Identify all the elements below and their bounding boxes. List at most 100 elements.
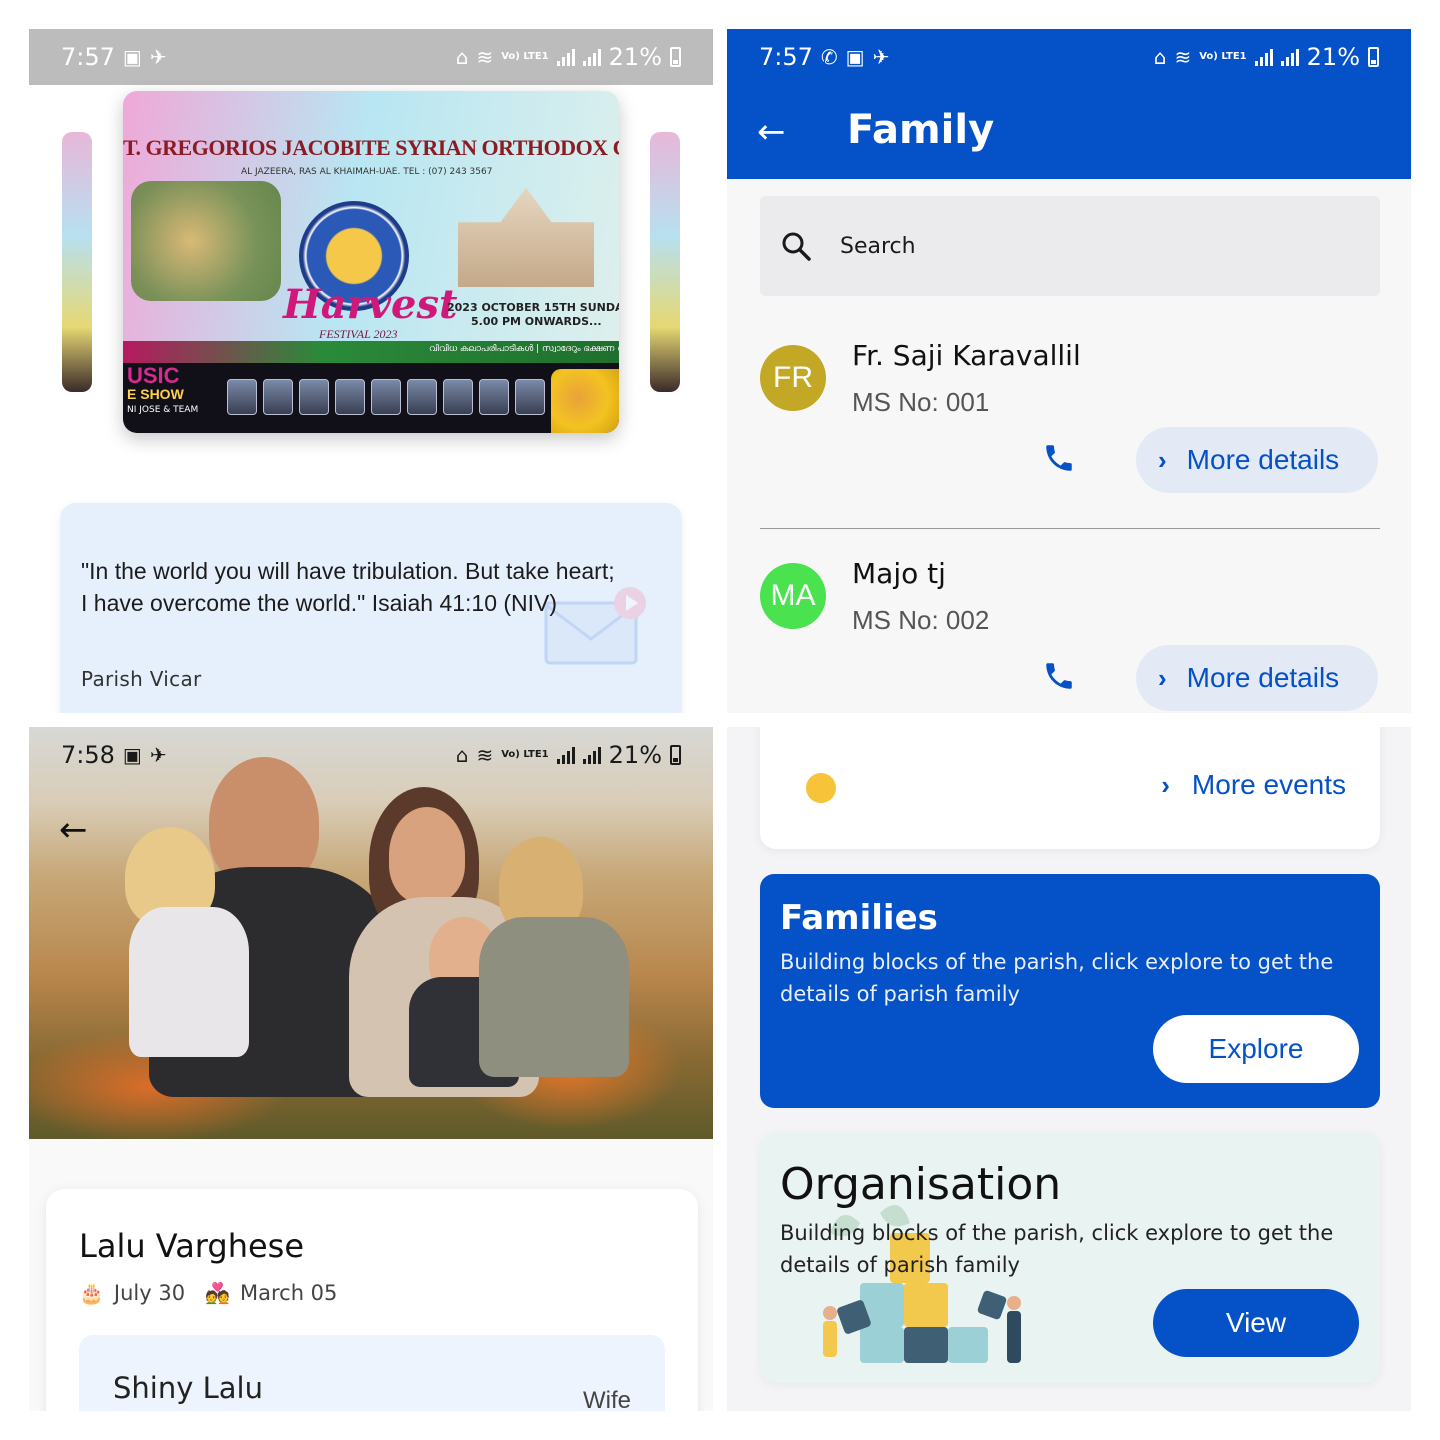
event-indicator-dot: [806, 773, 836, 803]
lte-indicator: Vo) LTE1: [501, 749, 549, 760]
poster-address: AL JAZEERA, RAS AL KHAIMAH-UAE. TEL : (0…: [241, 167, 493, 177]
more-details-button[interactable]: › More details: [1136, 427, 1378, 493]
home-screen-panel: 7:57 ▣ ✈ ⌂ ≋ Vo) LTE1 21% T. GREGORIOS J…: [29, 29, 713, 713]
spouse-name: Shiny Lalu: [113, 1371, 263, 1405]
bird-icon: ✈: [149, 45, 167, 69]
signal-icon-2: [1280, 48, 1299, 66]
battery-percent: 21%: [1306, 43, 1360, 71]
member-row[interactable]: MA Majo tj MS No: 002 › More details: [760, 543, 1380, 713]
more-details-button[interactable]: › More details: [1136, 645, 1378, 711]
anniversary-date: March 05: [239, 1281, 338, 1305]
lte-indicator: Vo) LTE1: [501, 51, 549, 62]
gallery-icon: ▣: [845, 45, 865, 69]
app-bar: 7:57 ✆ ▣ ✈ ⌂ ≋ Vo) LTE1 21% ← Family: [727, 29, 1411, 179]
family-photo: [29, 727, 713, 1139]
member-ms-number: MS No: 001: [852, 387, 990, 417]
profile-dates: 🎂 July 30 💑 March 05: [79, 1281, 337, 1305]
families-title: Families: [780, 898, 938, 938]
spouse-card[interactable]: Shiny Lalu Wife: [79, 1335, 665, 1411]
more-details-label: More details: [1186, 662, 1340, 693]
performer-thumbnails: [227, 379, 545, 415]
avatar: FR: [760, 345, 826, 411]
poster-title: T. GREGORIOS JACOBITE SYRIAN ORTHODOX CH…: [123, 135, 619, 160]
families-description: Building blocks of the parish, click exp…: [780, 950, 1334, 1006]
organisation-description: Building blocks of the parish, click exp…: [780, 1221, 1334, 1277]
member-name: Majo tj: [852, 557, 946, 590]
profile-card: Lalu Varghese 🎂 July 30 💑 March 05 Shiny…: [46, 1189, 698, 1411]
battery-icon: [670, 745, 681, 765]
battery-saver-icon: ⌂: [455, 743, 469, 767]
member-ms-number: MS No: 002: [852, 605, 990, 635]
wifi-icon: ≋: [1174, 45, 1192, 69]
poster-date: 2023 OCTOBER 15TH SUNDA 5.00 PM ONWARDS.…: [447, 301, 619, 329]
wifi-icon: ≋: [476, 743, 494, 767]
avatar: MA: [760, 563, 826, 629]
chevron-right-icon: ›: [1158, 444, 1167, 475]
organisation-card: Organisation Building blocks of the pari…: [760, 1133, 1380, 1383]
boy-body: [479, 917, 629, 1077]
poster-music-line1: USIC: [127, 363, 180, 388]
church-image: [458, 187, 594, 287]
whatsapp-icon: ✆: [820, 45, 838, 69]
holy-family-image: [131, 181, 281, 301]
back-arrow-icon[interactable]: ←: [59, 813, 88, 847]
phone-icon[interactable]: [1042, 659, 1076, 693]
member-name: Fr. Saji Karavallil: [852, 339, 1081, 372]
status-time: 7:57: [759, 43, 813, 71]
battery-saver-icon: ⌂: [455, 45, 469, 69]
family-detail-panel: 7:58 ▣ ✈ ⌂ ≋ Vo) LTE1 21% ← Lalu Varghes…: [29, 727, 713, 1411]
signal-icon: [556, 48, 575, 66]
poster-music-line2: E SHOW: [127, 386, 184, 402]
bird-icon: ✈: [872, 45, 890, 69]
battery-percent: 21%: [608, 741, 662, 769]
birthday-cake-icon: 🎂: [79, 1281, 104, 1305]
carousel-prev-poster[interactable]: [62, 132, 92, 392]
chevron-right-icon: ›: [1158, 662, 1167, 693]
family-list-panel: 7:57 ✆ ▣ ✈ ⌂ ≋ Vo) LTE1 21% ← Family Sea…: [727, 29, 1411, 713]
status-time: 7:58: [61, 741, 115, 769]
girl-body: [129, 907, 249, 1057]
lte-indicator: Vo) LTE1: [1199, 51, 1247, 62]
food-image: [551, 369, 619, 433]
more-events-button[interactable]: › More events: [1161, 769, 1346, 801]
bird-icon: ✈: [149, 743, 167, 767]
home-sections-panel: › More events Families Building blocks o…: [727, 727, 1411, 1411]
status-bar: 7:57 ▣ ✈ ⌂ ≋ Vo) LTE1 21%: [29, 29, 713, 85]
poster-date-line1: 2023 OCTOBER 15TH SUNDA: [447, 301, 619, 314]
more-details-label: More details: [1186, 444, 1340, 475]
signal-icon: [1254, 48, 1273, 66]
organisation-title: Organisation: [780, 1159, 1062, 1210]
explore-button[interactable]: Explore: [1153, 1015, 1359, 1083]
wifi-icon: ≋: [476, 45, 494, 69]
view-button[interactable]: View: [1153, 1289, 1359, 1357]
battery-icon: [1368, 47, 1379, 67]
poster-festival: FESTIVAL 2023: [319, 327, 398, 341]
status-bar: 7:57 ✆ ▣ ✈ ⌂ ≋ Vo) LTE1 21%: [727, 29, 1411, 85]
battery-icon: [670, 47, 681, 67]
profile-name: Lalu Varghese: [79, 1227, 305, 1265]
search-bar[interactable]: [760, 196, 1380, 296]
search-icon: [782, 232, 811, 261]
member-row[interactable]: FR Fr. Saji Karavallil MS No: 001 › More…: [760, 325, 1380, 525]
battery-percent: 21%: [608, 43, 662, 71]
divider: [760, 528, 1380, 529]
back-arrow-icon[interactable]: ←: [757, 115, 786, 149]
signal-icon-2: [582, 746, 601, 764]
quote-card[interactable]: "In the world you will have tribulation.…: [60, 503, 682, 713]
event-poster[interactable]: T. GREGORIOS JACOBITE SYRIAN ORTHODOX CH…: [123, 91, 619, 433]
quote-text: "In the world you will have tribulation.…: [81, 558, 615, 616]
phone-icon[interactable]: [1042, 441, 1076, 475]
quote-author: Parish Vicar: [81, 667, 202, 691]
couple-icon: 💑: [205, 1281, 230, 1305]
poster-band-text: വിവിധ കലാപരിപാടികൾ | സ്വാദേറും ഭക്ഷണ വി: [429, 344, 619, 354]
signal-icon: [556, 746, 575, 764]
status-time: 7:57: [61, 43, 115, 71]
events-card: › More events: [760, 727, 1380, 849]
poster-music-line3: NI JOSE & TEAM: [127, 405, 199, 415]
status-bar: 7:58 ▣ ✈ ⌂ ≋ Vo) LTE1 21%: [29, 727, 713, 783]
battery-saver-icon: ⌂: [1153, 45, 1167, 69]
poster-date-line2: 5.00 PM ONWARDS...: [471, 315, 602, 328]
chevron-right-icon: ›: [1161, 769, 1170, 800]
carousel-next-poster[interactable]: [650, 132, 680, 392]
search-input[interactable]: [840, 234, 1340, 259]
